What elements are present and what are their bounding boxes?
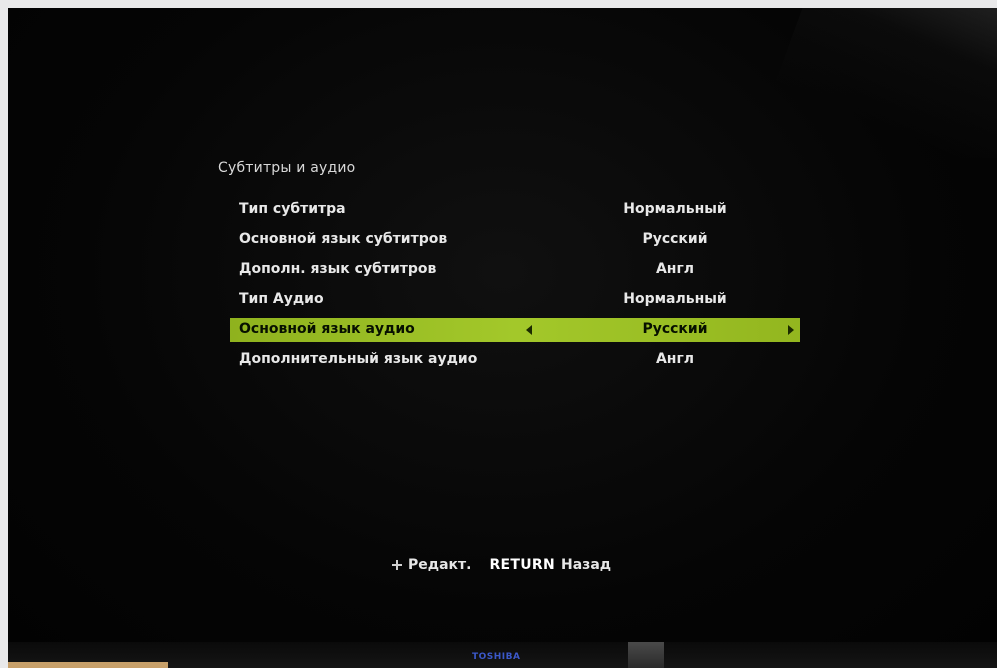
settings-menu: Тип субтитра Нормальный Основной язык су… [230,198,800,378]
menu-item-value: Нормальный [623,291,727,307]
menu-item-value: Англ [655,261,695,277]
menu-item-subtitle-type[interactable]: Тип субтитра Нормальный [230,198,800,222]
dpad-icon [392,560,402,570]
menu-item-label: Тип Аудио [239,291,324,307]
arrow-right-icon[interactable] [788,325,794,335]
menu-item-audio-type[interactable]: Тип Аудио Нормальный [230,288,800,312]
menu-item-label: Основной язык субтитров [239,231,448,247]
menu-item-value: Русский [642,231,708,247]
back-hint-label: Назад [561,557,612,573]
return-key-label: RETURN [489,557,556,573]
menu-item-label: Дополнительный язык аудио [239,351,478,367]
arrow-left-icon[interactable] [526,325,532,335]
menu-item-value: Нормальный [623,201,727,217]
menu-item-label: Дополн. язык субтитров [239,261,437,277]
menu-item-label: Тип субтитра [239,201,346,217]
menu-title: Субтитры и аудио [218,160,356,176]
menu-item-primary-subtitle-language[interactable]: Основной язык субтитров Русский [230,228,800,252]
brand-logo: TOSHIBA [472,652,521,662]
footer-help: Редакт. RETURN Назад [392,557,611,573]
tv-screen: Субтитры и аудио Тип субтитра Нормальный… [8,8,997,668]
menu-item-value: Русский [642,321,708,337]
menu-item-primary-audio-language[interactable]: Основной язык аудио Русский [230,318,800,342]
menu-item-secondary-subtitle-language[interactable]: Дополн. язык субтитров Англ [230,258,800,282]
menu-item-secondary-audio-language[interactable]: Дополнительный язык аудио Англ [230,348,800,372]
screen-glare [747,8,997,158]
floor-strip [8,662,168,668]
tv-bezel: TOSHIBA [8,642,997,668]
tv-stand [628,642,664,668]
edit-hint-label: Редакт. [408,557,472,573]
menu-item-label: Основной язык аудио [239,321,415,337]
menu-item-value: Англ [655,351,695,367]
